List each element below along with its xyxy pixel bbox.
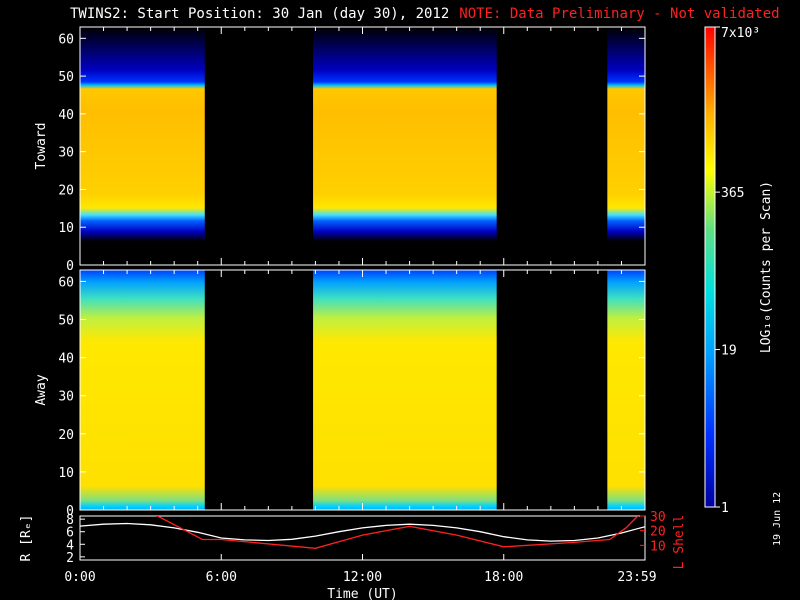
l-shell-axis-label: L Shell — [672, 515, 687, 570]
l-tick-label: 10 — [650, 539, 666, 554]
data-interval — [80, 27, 205, 265]
r-tick-label: 8 — [66, 513, 74, 528]
x-axis-label: Time (UT) — [327, 587, 397, 600]
colorbar-label: LOG₁₀(Counts per Scan) — [759, 181, 774, 353]
x-tick-label: 23:59 — [617, 570, 656, 585]
colorbar: 1 19 365 7x10³ LOG₁₀(Counts per Scan) — [704, 26, 774, 516]
r-axis-label: R [Rₑ] — [19, 515, 34, 562]
x-tick-label: 6:00 — [206, 570, 237, 585]
colorbar-tick-label: 365 — [721, 186, 744, 201]
colorbar-scale — [704, 26, 716, 508]
y-tick-label: 40 — [58, 352, 74, 367]
y-axis-label: Away — [34, 374, 49, 405]
colorbar-tick-label: 19 — [721, 344, 737, 359]
y-tick-label: 20 — [58, 183, 74, 198]
y-tick-label: 60 — [58, 275, 74, 290]
y-tick-label: 60 — [58, 32, 74, 47]
plot-canvas: 0102030405060Toward 0102030405060Away 24… — [19, 26, 774, 600]
l-tick-label: 30 — [650, 510, 666, 525]
date-stamp: 19 Jun 12 — [772, 491, 783, 546]
data-interval — [607, 27, 645, 265]
y-tick-label: 30 — [58, 146, 74, 161]
l-tick-label: 20 — [650, 525, 666, 540]
toward-panel: 0 10 20 30 40 50 60 Toward — [34, 26, 646, 274]
l-shell-series-line — [156, 516, 639, 549]
x-tick-label: 12:00 — [343, 570, 382, 585]
data-interval — [607, 270, 645, 510]
y-tick-label: 40 — [58, 108, 74, 123]
colorbar-tick-label: 1 — [721, 501, 729, 516]
y-tick-label: 10 — [58, 466, 74, 481]
y-tick-label: 30 — [58, 390, 74, 405]
y-tick-label: 0 — [66, 259, 74, 274]
data-interval — [313, 270, 497, 510]
y-tick-label: 50 — [58, 70, 74, 85]
y-tick-label: 20 — [58, 428, 74, 443]
orbit-frame — [79, 515, 646, 561]
y-axis-label: Toward — [34, 123, 49, 170]
r-series-line — [80, 522, 645, 542]
y-tick-label: 50 — [58, 314, 74, 329]
y-tick-label: 10 — [58, 221, 74, 236]
data-interval — [80, 270, 205, 510]
data-interval — [313, 27, 497, 265]
orbit-panel: 24681020300:00 6:00 12:00 18:00 23:59Time (U… — [19, 510, 687, 600]
colorbar-tick-label: 7x10³ — [721, 26, 760, 41]
x-tick-label: 0:00 — [64, 570, 95, 585]
away-panel: 0102030405060Away — [34, 269, 646, 519]
x-tick-label: 18:00 — [484, 570, 523, 585]
